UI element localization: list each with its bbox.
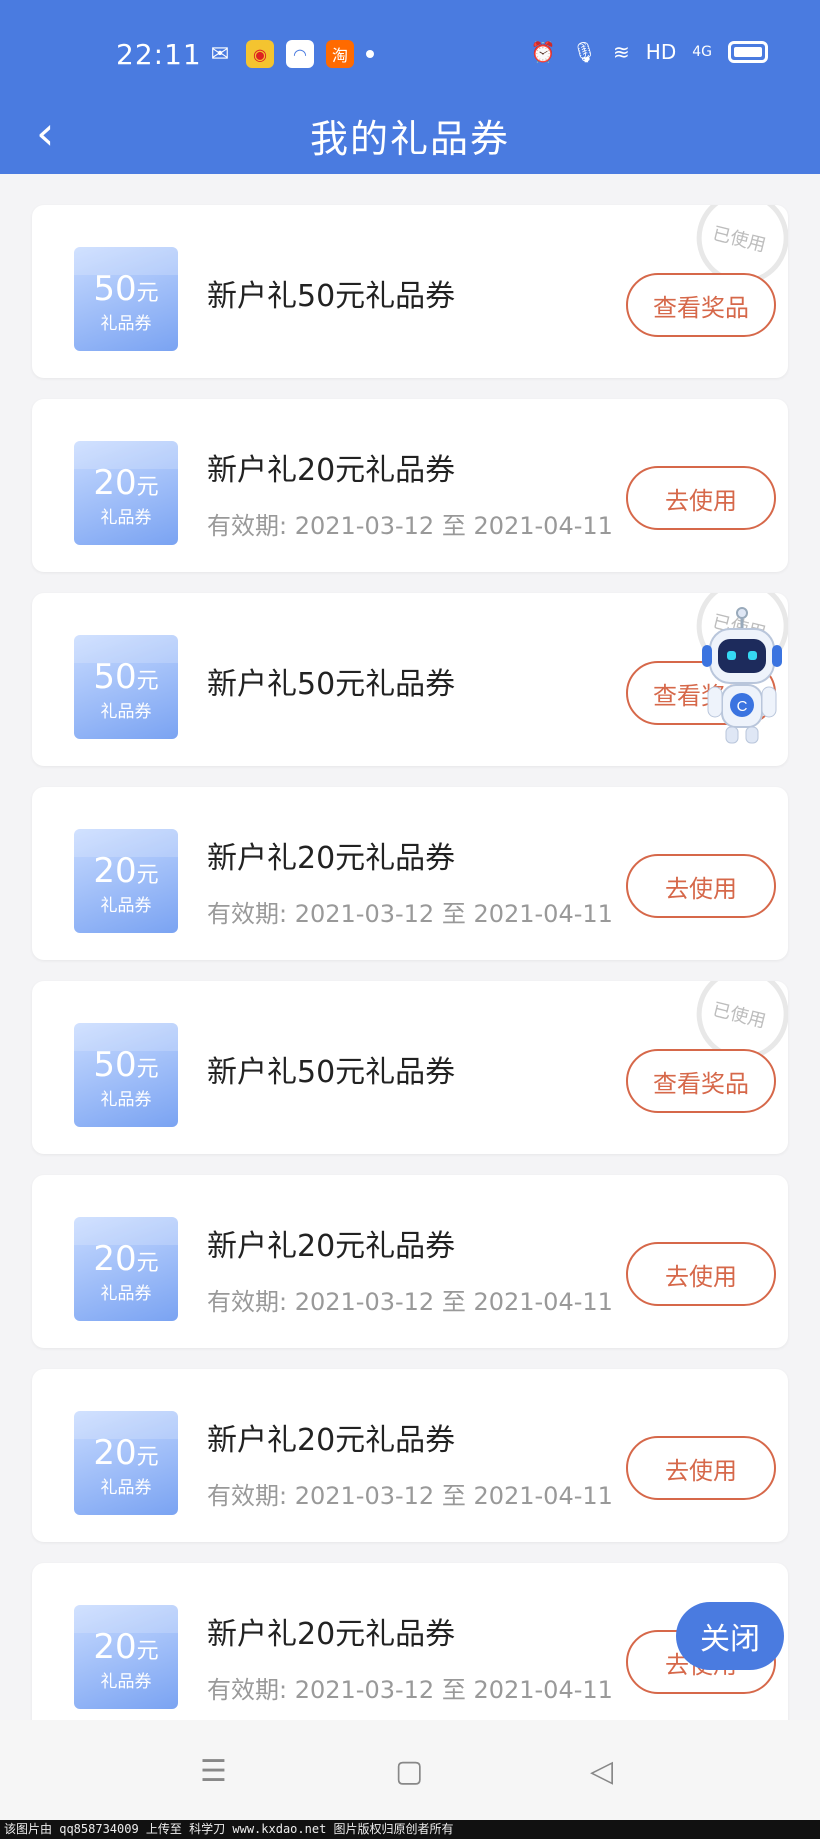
voucher-amount: 20 [93,463,137,503]
used-stamp: 已使用 [677,205,788,294]
voucher-amount: 50 [93,269,137,309]
voucher-card: 50元 礼品券 新户礼50元礼品券 已使用 查看奖品 [32,981,788,1154]
browser-icon: ◠ [286,40,314,68]
voucher-validity: 有效期: 2021-03-12 至 2021-04-11 [207,1482,613,1510]
voucher-validity: 有效期: 2021-03-12 至 2021-04-11 [207,1288,613,1316]
voucher-name: 新户礼20元礼品券 [207,841,456,876]
voucher-card: 50元 礼品券 新户礼50元礼品券 已使用 查看奖品 [32,205,788,378]
voucher-type: 礼品券 [100,702,152,722]
navigation-bar: ‹ 我的礼品券 [0,100,820,174]
notification-icons: ✉ ◉ ◠ 淘 [206,40,374,68]
system-status-icons: ⏰ 🎙 ≋ HD 4G [531,40,768,64]
voucher-name: 新户礼20元礼品券 [207,1617,456,1652]
close-button[interactable]: 关闭 [676,1602,784,1670]
use-voucher-button[interactable]: 去使用 [626,1242,776,1306]
view-prize-button[interactable]: 查看奖品 [626,273,776,337]
voucher-type: 礼品券 [100,896,152,916]
voucher-thumbnail: 20元 礼品券 [74,829,178,933]
home-square-icon[interactable]: ▢ [395,1754,423,1789]
signal-icon: 4G [692,44,712,60]
wifi-icon: ≋ [613,40,630,64]
voucher-card: 20元 礼品券 新户礼20元礼品券 有效期: 2021-03-12 至 2021… [32,1175,788,1348]
voucher-card: 20元 礼品券 新户礼20元礼品券 有效期: 2021-03-12 至 2021… [32,1369,788,1542]
voucher-thumbnail: 20元 礼品券 [74,441,178,545]
voucher-amount: 20 [93,851,137,891]
microphone-icon: 🎙 [571,40,598,64]
voucher-unit: 元 [136,1057,159,1082]
voucher-amount: 20 [93,1239,137,1279]
voucher-name: 新户礼50元礼品券 [207,667,456,702]
voucher-card: 50元 礼品券 新户礼50元礼品券 已使用 查看奖品 [32,593,788,766]
voucher-name: 新户礼20元礼品券 [207,453,456,488]
voucher-unit: 元 [136,475,159,500]
voucher-card: 20元 礼品券 新户礼20元礼品券 有效期: 2021-03-12 至 2021… [32,787,788,960]
voucher-card: 20元 礼品券 新户礼20元礼品券 有效期: 2021-03-12 至 2021… [32,399,788,572]
voucher-name: 新户礼50元礼品券 [207,1055,456,1090]
voucher-type: 礼品券 [100,1672,152,1692]
voucher-thumbnail: 20元 礼品券 [74,1217,178,1321]
back-triangle-icon[interactable]: ◁ [590,1754,613,1789]
voucher-type: 礼品券 [100,314,152,334]
voucher-type: 礼品券 [100,508,152,528]
voucher-thumbnail: 20元 礼品券 [74,1605,178,1709]
voucher-type: 礼品券 [100,1284,152,1304]
voucher-card: 20元 礼品券 新户礼20元礼品券 有效期: 2021-03-12 至 2021… [32,1563,788,1736]
voucher-thumbnail: 20元 礼品券 [74,1411,178,1515]
voucher-name: 新户礼20元礼品券 [207,1229,456,1264]
voucher-name: 新户礼20元礼品券 [207,1423,456,1458]
voucher-thumbnail: 50元 礼品券 [74,247,178,351]
voucher-amount: 20 [93,1627,137,1667]
svg-text:C: C [737,698,748,715]
use-voucher-button[interactable]: 去使用 [626,466,776,530]
voucher-validity: 有效期: 2021-03-12 至 2021-04-11 [207,1676,613,1704]
view-prize-button[interactable]: 查看奖品 [626,1049,776,1113]
use-voucher-button[interactable]: 去使用 [626,854,776,918]
voucher-unit: 元 [136,1639,159,1664]
used-stamp: 已使用 [677,981,788,1070]
voucher-amount: 50 [93,1045,137,1085]
app-header: 22:11 ✉ ◉ ◠ 淘 ⏰ 🎙 ≋ HD 4G ‹ 我的礼品券 [0,0,820,174]
wechat-icon: ✉ [210,41,230,67]
voucher-unit: 元 [136,863,159,888]
status-time: 22:11 [116,38,202,71]
voucher-type: 礼品券 [100,1478,152,1498]
status-bar: 22:11 ✉ ◉ ◠ 淘 ⏰ 🎙 ≋ HD 4G [0,0,820,100]
voucher-amount: 50 [93,657,137,697]
alarm-icon: ⏰ [530,40,556,64]
voucher-list: 50元 礼品券 新户礼50元礼品券 已使用 查看奖品 20元 礼品券 新户礼20… [32,205,788,1757]
voucher-validity: 有效期: 2021-03-12 至 2021-04-11 [207,512,613,540]
voucher-thumbnail: 50元 礼品券 [74,635,178,739]
battery-icon [728,41,768,63]
use-voucher-button[interactable]: 去使用 [626,1436,776,1500]
voucher-thumbnail: 50元 礼品券 [74,1023,178,1127]
page-title: 我的礼品券 [309,117,510,161]
menu-icon[interactable]: ☰ [200,1754,227,1789]
system-navigation-bar: ☰ ▢ ◁ [0,1720,820,1820]
network-label: HD [645,40,677,64]
robot-assistant-icon[interactable]: C [696,607,788,747]
more-notifications-dot [366,50,374,58]
taobao-icon: 淘 [326,40,354,68]
voucher-unit: 元 [136,281,159,306]
voucher-unit: 元 [136,1445,159,1470]
voucher-amount: 20 [93,1433,137,1473]
voucher-name: 新户礼50元礼品券 [207,279,456,314]
voucher-validity: 有效期: 2021-03-12 至 2021-04-11 [207,900,613,928]
weibo-icon: ◉ [246,40,274,68]
voucher-type: 礼品券 [100,1090,152,1110]
watermark-text: 该图片由 qq858734009 上传至 科学刀 www.kxdao.net 图… [0,1820,820,1839]
voucher-unit: 元 [136,669,159,694]
voucher-unit: 元 [136,1251,159,1276]
